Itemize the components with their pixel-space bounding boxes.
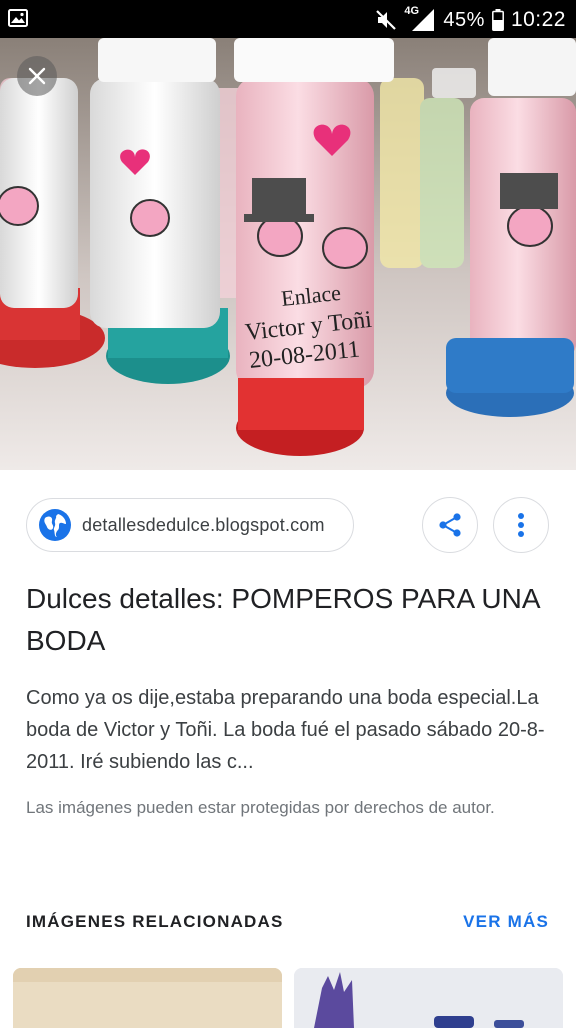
related-image-thumbnail[interactable] (13, 968, 282, 1028)
related-images-heading: IMÁGENES RELACIONADAS (26, 912, 284, 931)
result-title[interactable]: Dulces detalles: POMPEROS PARA UNA BODA (26, 578, 546, 662)
related-image-1 (13, 968, 282, 1028)
result-snippet: Como ya os dije,estaba preparando una bo… (26, 687, 545, 773)
source-link-chip[interactable]: detallesdedulce.blogspot.com (26, 498, 354, 552)
signal-icon (412, 9, 435, 31)
share-button[interactable] (422, 497, 478, 553)
status-bar: 4G 45% 10:22 (0, 0, 576, 38)
more-vert-icon (518, 513, 524, 537)
more-options-button[interactable] (493, 497, 549, 553)
hero-image[interactable]: Enlace Victor y Toñi 20-08-2011 (0, 38, 576, 470)
battery-percentage: 45% (443, 8, 485, 31)
clock: 10:22 (510, 8, 566, 31)
related-image-2 (294, 968, 563, 1028)
bubble-bottles-photo: Enlace Victor y Toñi 20-08-2011 (0, 38, 576, 470)
close-button[interactable] (17, 56, 57, 96)
source-domain: detallesdedulce.blogspot.com (82, 514, 325, 535)
copyright-notice: Las imágenes pueden estar protegidas por… (26, 798, 495, 817)
related-image-thumbnail[interactable] (294, 968, 563, 1028)
close-icon (28, 67, 46, 85)
see-more-link[interactable]: VER MÁS (463, 912, 549, 932)
battery-icon (491, 9, 504, 31)
globe-icon (39, 509, 71, 541)
share-icon (439, 513, 461, 537)
mute-icon (376, 10, 397, 30)
gallery-icon (8, 9, 28, 27)
